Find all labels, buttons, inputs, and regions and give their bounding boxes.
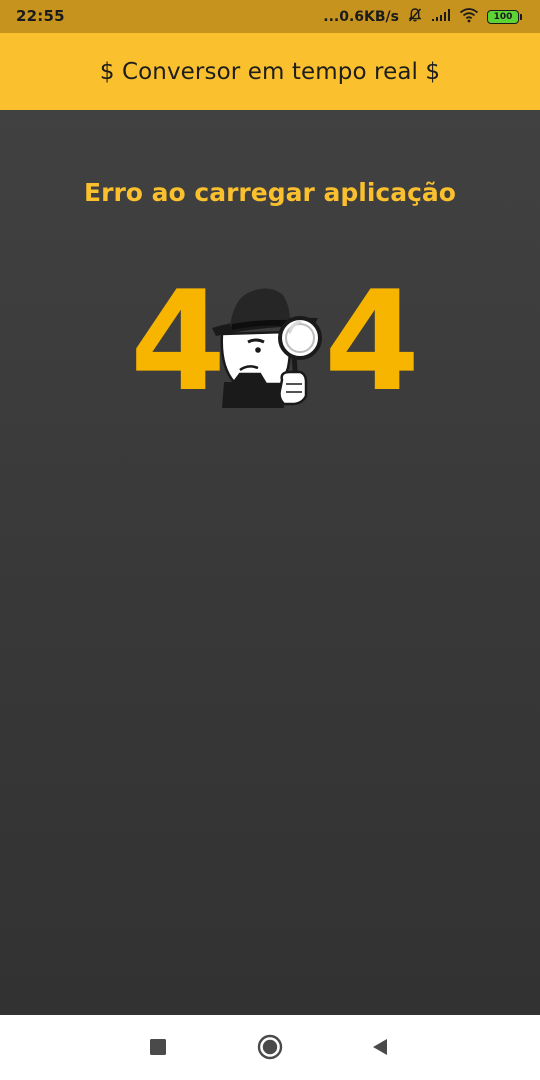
wifi-icon [459, 7, 479, 27]
battery-tip [520, 14, 522, 20]
recents-square-icon[interactable] [145, 1034, 171, 1060]
main-content: Erro ao carregar aplicação 4 4 [0, 110, 540, 1015]
error-404-illustration: 4 4 [130, 273, 420, 412]
detective-magnifier-icon [212, 288, 322, 408]
app-bar: $ Conversor em tempo real $ [0, 33, 540, 110]
battery-icon: 100 [487, 10, 522, 24]
signal-icon [431, 8, 451, 26]
status-indicators: ...0.6KB/s 100 [323, 6, 522, 28]
error-message: Erro ao carregar aplicação [84, 178, 456, 207]
error-digit-right: 4 [324, 261, 421, 422]
network-speed: ...0.6KB/s [323, 9, 399, 25]
status-time: 22:55 [16, 7, 65, 25]
battery-level: 100 [487, 10, 519, 24]
navigation-bar [0, 1015, 540, 1080]
home-circle-icon[interactable] [257, 1034, 283, 1060]
app-screen: 22:55 ...0.6KB/s 100 $ Conversor em temp… [0, 0, 540, 1080]
app-title: $ Conversor em tempo real $ [99, 58, 441, 85]
mute-bell-icon [407, 7, 423, 27]
status-bar: 22:55 ...0.6KB/s 100 [0, 0, 540, 33]
back-triangle-icon[interactable] [367, 1034, 393, 1060]
